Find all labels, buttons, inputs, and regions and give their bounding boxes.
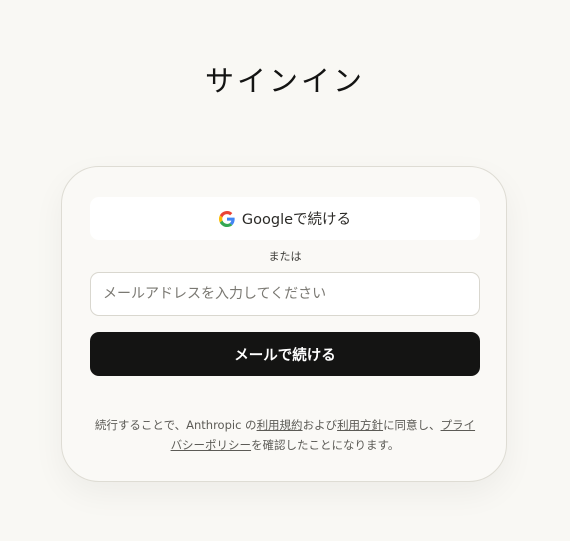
legal-notice: 続行することで、Anthropic の利用規約および利用方針に同意し、プライバシ… bbox=[90, 415, 480, 455]
google-signin-button[interactable]: Googleで続ける bbox=[90, 197, 480, 240]
terms-link[interactable]: 利用規約 bbox=[257, 418, 303, 432]
signin-card: Googleで続ける または メールで続ける 続行することで、Anthropic… bbox=[61, 166, 507, 482]
google-signin-label: Googleで続ける bbox=[241, 212, 352, 228]
legal-suffix: を確認したことになります。 bbox=[251, 438, 400, 452]
usage-policy-link[interactable]: 利用方針 bbox=[337, 418, 383, 432]
email-field[interactable] bbox=[90, 272, 480, 316]
divider-text: または bbox=[268, 250, 302, 263]
page-title: サインイン bbox=[204, 64, 365, 98]
legal-middle: に同意し、 bbox=[383, 418, 441, 432]
legal-prefix: 続行することで、Anthropic の bbox=[94, 418, 257, 432]
email-continue-button[interactable]: メールで続ける bbox=[90, 332, 480, 376]
legal-and: および bbox=[302, 418, 338, 432]
google-logo-icon bbox=[218, 210, 235, 227]
